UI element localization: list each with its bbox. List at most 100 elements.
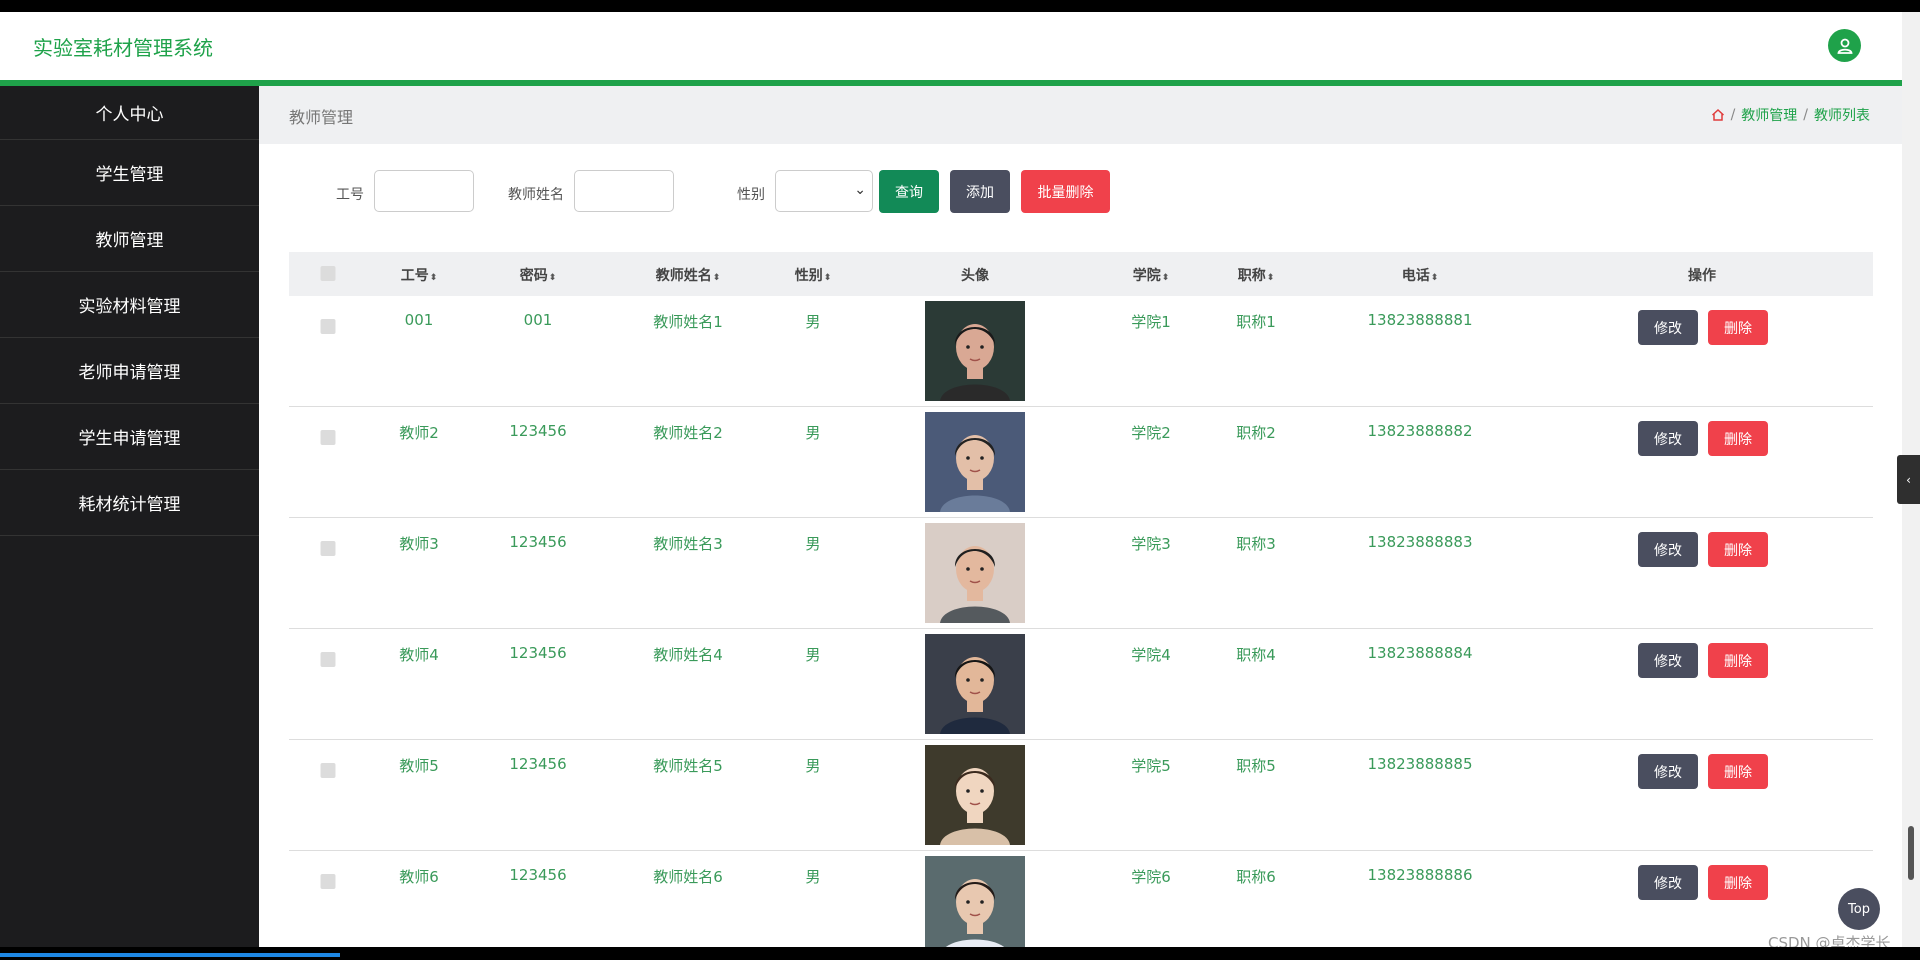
cell-phone: 13823888881 xyxy=(1367,311,1473,329)
sidebar-item-material-management[interactable]: 实验材料管理 xyxy=(0,272,259,338)
sort-icon[interactable]: ⬍ xyxy=(430,273,438,283)
column-header-title[interactable]: 职称⬍ xyxy=(1238,265,1275,285)
edit-button[interactable]: 修改 xyxy=(1638,532,1698,567)
cell-phone: 13823888886 xyxy=(1367,866,1473,884)
table-row: 教师4 123456 教师姓名4 男 学院4 职称4 13823888884 修改 删除 xyxy=(289,629,1873,740)
cell-phone: 13823888883 xyxy=(1367,533,1473,551)
avatar-image xyxy=(925,745,1025,845)
sidebar-item-teacher-management[interactable]: 教师管理 xyxy=(0,206,259,272)
cell-job-no: 教师6 xyxy=(399,868,439,886)
add-button[interactable]: 添加 xyxy=(950,170,1010,213)
user-icon xyxy=(1836,38,1853,54)
select-all-checkbox[interactable] xyxy=(320,266,336,281)
cell-phone: 13823888884 xyxy=(1367,644,1473,662)
delete-button[interactable]: 删除 xyxy=(1708,421,1768,456)
cell-title: 职称5 xyxy=(1236,757,1276,775)
row-checkbox[interactable] xyxy=(320,763,336,778)
cell-title: 职称2 xyxy=(1236,424,1276,442)
sidebar-item-teacher-application[interactable]: 老师申请管理 xyxy=(0,338,259,404)
query-button[interactable]: 查询 xyxy=(879,170,939,213)
row-checkbox[interactable] xyxy=(320,652,336,667)
main-content: 教师管理 / 教师管理 / 教师列表 工号 教师姓名 性别 ⌄ 查询 添加 批量… xyxy=(259,86,1902,947)
screen-top-border xyxy=(0,0,1920,12)
cell-title: 职称4 xyxy=(1236,646,1276,664)
cell-teacher-name: 教师姓名6 xyxy=(653,868,723,886)
cell-teacher-name: 教师姓名3 xyxy=(653,535,723,553)
breadcrumb-separator: / xyxy=(1803,107,1808,123)
avatar-image xyxy=(925,412,1025,512)
avatar-image xyxy=(925,634,1025,734)
collapse-panel-button[interactable]: ‹ xyxy=(1897,455,1920,504)
avatar-image xyxy=(925,523,1025,623)
cell-gender: 男 xyxy=(805,646,821,664)
job-no-input[interactable] xyxy=(374,170,474,212)
table-row: 教师2 123456 教师姓名2 男 学院2 职称2 13823888882 修改 删除 xyxy=(289,407,1873,518)
chevron-down-icon: ⌄ xyxy=(854,182,866,198)
edit-button[interactable]: 修改 xyxy=(1638,310,1698,345)
back-to-top-button[interactable]: Top xyxy=(1838,888,1880,930)
sidebar-item-label: 实验材料管理 xyxy=(78,297,181,317)
user-avatar-button[interactable] xyxy=(1828,29,1861,62)
avatar-image xyxy=(925,301,1025,401)
row-checkbox[interactable] xyxy=(320,430,336,445)
sidebar-item-student-management[interactable]: 学生管理 xyxy=(0,140,259,206)
job-no-label: 工号 xyxy=(336,187,364,203)
gender-select[interactable]: ⌄ xyxy=(775,170,873,212)
cell-password: 001 xyxy=(523,311,553,329)
column-header-password[interactable]: 密码⬍ xyxy=(520,265,557,285)
sidebar-item-student-application[interactable]: 学生申请管理 xyxy=(0,404,259,470)
cell-college: 学院6 xyxy=(1131,868,1171,886)
cell-college: 学院4 xyxy=(1131,646,1171,664)
sort-icon[interactable]: ⬍ xyxy=(549,273,557,283)
cell-phone: 13823888882 xyxy=(1367,422,1473,440)
cell-job-no: 教师4 xyxy=(399,646,439,664)
sort-icon[interactable]: ⬍ xyxy=(1162,273,1170,283)
edit-button[interactable]: 修改 xyxy=(1638,643,1698,678)
teacher-table: 工号⬍ 密码⬍ 教师姓名⬍ 性别⬍ 头像 学院⬍ 职称⬍ 电话⬍ 操作 001 0… xyxy=(289,252,1873,947)
cell-password: 123456 xyxy=(509,755,567,773)
home-icon[interactable] xyxy=(1711,108,1725,122)
delete-button[interactable]: 删除 xyxy=(1708,865,1768,900)
sidebar-item-consumable-statistics[interactable]: 耗材统计管理 xyxy=(0,470,259,536)
sort-icon[interactable]: ⬍ xyxy=(824,273,832,283)
column-header-college[interactable]: 学院⬍ xyxy=(1133,265,1170,285)
page-title: 教师管理 xyxy=(289,108,354,127)
sidebar-item-label: 教师管理 xyxy=(95,231,164,251)
cell-gender: 男 xyxy=(805,313,821,331)
sidebar-item-label: 老师申请管理 xyxy=(78,363,181,383)
edit-button[interactable]: 修改 xyxy=(1638,865,1698,900)
delete-button[interactable]: 删除 xyxy=(1708,643,1768,678)
column-header-job-no[interactable]: 工号⬍ xyxy=(401,265,438,285)
cell-job-no: 001 xyxy=(404,311,434,329)
row-checkbox[interactable] xyxy=(320,541,336,556)
teacher-name-label: 教师姓名 xyxy=(508,187,564,203)
column-header-actions: 操作 xyxy=(1688,268,1716,284)
page-scrollbar-thumb[interactable] xyxy=(1908,826,1914,880)
breadcrumb-teacher-list[interactable]: 教师列表 xyxy=(1814,105,1870,125)
breadcrumb-teacher-management[interactable]: 教师管理 xyxy=(1741,105,1797,125)
delete-button[interactable]: 删除 xyxy=(1708,532,1768,567)
column-header-gender[interactable]: 性别⬍ xyxy=(795,265,832,285)
delete-button[interactable]: 删除 xyxy=(1708,754,1768,789)
avatar-image xyxy=(925,856,1025,947)
sidebar-item-label: 学生管理 xyxy=(95,165,164,185)
row-checkbox[interactable] xyxy=(320,319,336,334)
table-row: 教师6 123456 教师姓名6 男 学院6 职称6 13823888886 修改 删除 xyxy=(289,851,1873,947)
cell-title: 职称3 xyxy=(1236,535,1276,553)
cell-college: 学院3 xyxy=(1131,535,1171,553)
row-checkbox[interactable] xyxy=(320,874,336,889)
column-header-name[interactable]: 教师姓名⬍ xyxy=(656,265,721,285)
sort-icon[interactable]: ⬍ xyxy=(713,273,721,283)
batch-delete-button[interactable]: 批量删除 xyxy=(1021,170,1110,213)
delete-button[interactable]: 删除 xyxy=(1708,310,1768,345)
edit-button[interactable]: 修改 xyxy=(1638,421,1698,456)
sort-icon[interactable]: ⬍ xyxy=(1431,273,1439,283)
cell-job-no: 教师5 xyxy=(399,757,439,775)
edit-button[interactable]: 修改 xyxy=(1638,754,1698,789)
table-row: 001 001 教师姓名1 男 学院1 职称1 13823888881 修改 删除 xyxy=(289,296,1873,407)
column-header-phone[interactable]: 电话⬍ xyxy=(1402,265,1439,285)
sidebar-item-personal-center[interactable]: 个人中心 xyxy=(0,86,259,140)
sort-icon[interactable]: ⬍ xyxy=(1267,273,1275,283)
filter-bar: 工号 教师姓名 性别 ⌄ 查询 添加 批量删除 xyxy=(259,170,1902,214)
teacher-name-input[interactable] xyxy=(574,170,674,212)
